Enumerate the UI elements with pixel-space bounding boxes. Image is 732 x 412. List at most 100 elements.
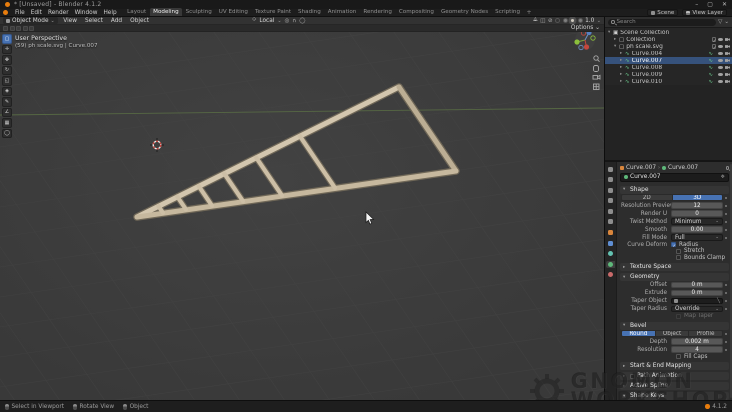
viewport-menu-object[interactable]: Object bbox=[128, 18, 152, 24]
hide-viewport-icon[interactable] bbox=[718, 51, 723, 56]
gizmo-x-axis[interactable] bbox=[583, 44, 590, 50]
workspace-tab-compositing[interactable]: Compositing bbox=[395, 8, 437, 16]
view-layer-selector[interactable]: View Layer bbox=[682, 9, 727, 16]
workspace-tab-rendering[interactable]: Rendering bbox=[360, 8, 396, 16]
section-shape[interactable]: ▾ Shape bbox=[620, 185, 729, 194]
animate-dot[interactable] bbox=[723, 237, 728, 239]
render-u-field[interactable]: 0 bbox=[671, 210, 723, 217]
section-shape-keys[interactable]: ▾ Shape Keys bbox=[620, 392, 729, 400]
section-bevel[interactable]: ▾ Bevel bbox=[620, 321, 729, 330]
section-start-end-mapping[interactable]: ▸ Start & End Mapping bbox=[620, 362, 729, 370]
outliner-item-curve-009[interactable]: ▸ ∿ Curve.009 ∿ bbox=[605, 71, 732, 78]
workspace-tab-animation[interactable]: Animation bbox=[324, 8, 360, 16]
tool-rotate[interactable]: ↻ bbox=[2, 65, 12, 75]
tool-setting-icon[interactable] bbox=[16, 25, 21, 31]
disable-render-icon[interactable] bbox=[725, 52, 730, 55]
menu-help[interactable]: Help bbox=[100, 10, 119, 16]
workspace-tab-uv-editing[interactable]: UV Editing bbox=[215, 8, 251, 16]
bevel-depth-field[interactable]: 0.002 m bbox=[671, 338, 723, 345]
gizmo-y-axis[interactable] bbox=[574, 39, 580, 45]
tool-measure[interactable]: ∠ bbox=[2, 107, 12, 117]
collection-checkbox[interactable] bbox=[711, 37, 716, 42]
tool-setting-icon[interactable] bbox=[22, 25, 28, 31]
animate-dot[interactable] bbox=[723, 308, 728, 310]
animate-dot[interactable] bbox=[723, 213, 728, 215]
datablock-name-field[interactable]: Curve.007 ❖ bbox=[620, 172, 729, 182]
tool-transform[interactable]: ◈ bbox=[2, 86, 12, 96]
maximize-button[interactable]: ▢ bbox=[707, 1, 713, 8]
tool-extra[interactable]: ◯ bbox=[2, 128, 12, 138]
path-animation-checkbox[interactable] bbox=[630, 373, 635, 379]
extrude-field[interactable]: 0 m bbox=[671, 289, 723, 297]
menu-file[interactable]: File bbox=[12, 10, 28, 16]
tab-modifiers[interactable] bbox=[606, 240, 615, 247]
filter-icon[interactable]: ▽ bbox=[718, 19, 722, 25]
workspace-tab-modeling[interactable]: Modeling bbox=[149, 8, 183, 16]
animate-dot[interactable] bbox=[723, 221, 728, 223]
animate-dot[interactable] bbox=[723, 349, 728, 351]
add-workspace-button[interactable]: + bbox=[524, 9, 535, 16]
disable-render-icon[interactable] bbox=[725, 59, 730, 62]
outliner-item-curve-007[interactable]: ▸ ∿ Curve.007 ∿ bbox=[605, 57, 732, 64]
tab-object[interactable] bbox=[606, 229, 615, 236]
shading-wireframe-icon[interactable] bbox=[555, 18, 561, 23]
tool-annotate[interactable]: ✎ bbox=[2, 97, 12, 107]
editor-type-icon[interactable] bbox=[6, 18, 10, 23]
animate-dot[interactable] bbox=[723, 333, 728, 335]
resolution-preview-u-field[interactable]: 12 bbox=[671, 202, 723, 209]
tab-world[interactable] bbox=[606, 218, 615, 225]
animate-dot[interactable] bbox=[723, 284, 728, 286]
options-dropdown[interactable]: Options ⌄ bbox=[571, 25, 600, 31]
collection-checkbox[interactable] bbox=[711, 44, 716, 49]
disable-render-icon[interactable] bbox=[725, 66, 730, 69]
scene-selector[interactable]: Scene bbox=[647, 9, 679, 16]
pan-hand-icon[interactable] bbox=[593, 65, 599, 72]
disable-render-icon[interactable] bbox=[725, 80, 730, 83]
shading-material-icon[interactable] bbox=[570, 18, 576, 23]
proportional-edit-icon[interactable]: ◯ bbox=[299, 18, 305, 24]
twist-smooth-field[interactable]: 0.00 bbox=[671, 226, 723, 233]
dim-2d-button[interactable]: 2D bbox=[622, 195, 673, 200]
taper-object-field[interactable]: ╲ bbox=[671, 297, 723, 305]
hide-viewport-icon[interactable] bbox=[718, 58, 723, 63]
zoom-icon[interactable] bbox=[593, 55, 600, 63]
fill-caps-checkbox[interactable] bbox=[676, 354, 681, 360]
tab-material[interactable] bbox=[606, 271, 615, 278]
hide-viewport-icon[interactable] bbox=[718, 65, 723, 70]
workspace-tab-layout[interactable]: Layout bbox=[124, 8, 150, 16]
outliner-item-curve-008[interactable]: ▸ ∿ Curve.008 ∿ bbox=[605, 64, 732, 71]
taper-radius-dropdown[interactable]: Override ⌄ bbox=[671, 305, 723, 313]
section-texture-space[interactable]: ▸ Texture Space bbox=[620, 263, 729, 271]
stretch-checkbox[interactable] bbox=[676, 248, 681, 254]
truss-object[interactable] bbox=[133, 83, 460, 221]
tool-move[interactable]: ✥ bbox=[2, 55, 12, 65]
animate-dot[interactable] bbox=[723, 229, 728, 231]
tool-scale[interactable]: ◱ bbox=[2, 76, 12, 86]
disable-render-icon[interactable] bbox=[725, 73, 730, 76]
tab-object-data[interactable] bbox=[606, 260, 615, 268]
map-taper-checkbox[interactable] bbox=[676, 313, 681, 319]
animate-dot[interactable] bbox=[723, 205, 728, 207]
tool-setting-icon[interactable] bbox=[9, 25, 15, 31]
twist-method-dropdown[interactable]: Minimum ⌄ bbox=[671, 218, 723, 225]
radius-checkbox[interactable] bbox=[671, 242, 676, 248]
tab-scene[interactable] bbox=[606, 208, 615, 215]
camera-view-icon[interactable] bbox=[592, 74, 601, 80]
outliner-item-ph-scale-svg[interactable]: ▾ ▢ ph scale.svg bbox=[605, 43, 732, 50]
hide-viewport-icon[interactable] bbox=[718, 44, 723, 49]
offset-field[interactable]: 0 m bbox=[671, 281, 723, 289]
tool-cursor[interactable]: ✛ bbox=[2, 44, 12, 54]
transform-orientation-dropdown[interactable]: Local bbox=[259, 18, 274, 24]
snap-magnet-icon[interactable]: ∩ bbox=[292, 18, 296, 24]
animate-dot[interactable] bbox=[723, 341, 728, 343]
outliner-item-collection[interactable]: ▸ ▢ Collection bbox=[605, 36, 732, 43]
search-input[interactable]: Search bbox=[608, 18, 717, 26]
menu-render[interactable]: Render bbox=[45, 10, 72, 16]
mode-dropdown[interactable]: Object Mode ⌄ bbox=[3, 17, 58, 24]
bevel-round-button[interactable]: Round bbox=[622, 331, 656, 336]
viewport-canvas[interactable] bbox=[0, 17, 605, 400]
workspace-tab-scripting[interactable]: Scripting bbox=[492, 8, 524, 16]
workspace-tab-shading[interactable]: Shading bbox=[295, 8, 325, 16]
disable-render-icon[interactable] bbox=[725, 38, 730, 41]
shield-icon[interactable]: ❖ bbox=[721, 174, 725, 180]
